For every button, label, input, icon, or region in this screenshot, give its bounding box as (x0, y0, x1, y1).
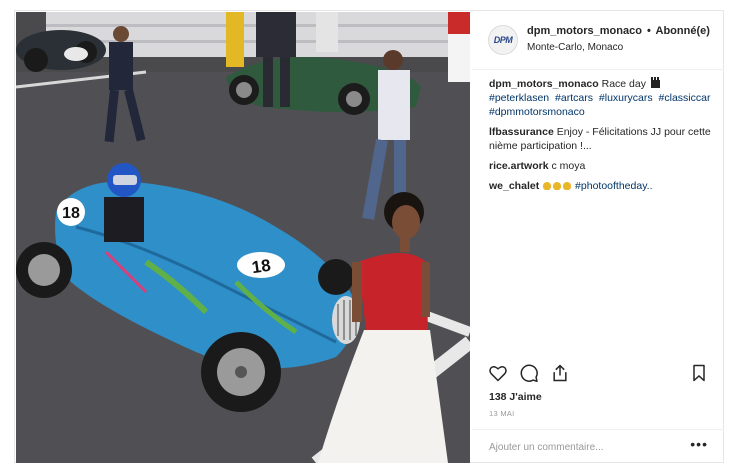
car-number-hood: 18 (251, 256, 272, 277)
caption-text: Race day (601, 78, 646, 90)
comment-text: c moya (551, 160, 586, 172)
header-username[interactable]: dpm_motors_monaco (527, 25, 642, 37)
separator-dot: • (646, 25, 651, 37)
race-photo-illustration: 18 18 (16, 12, 470, 463)
share-icon[interactable] (550, 363, 570, 383)
clapperboard-emoji (650, 77, 660, 88)
hashtag-link[interactable]: #peterklasen (489, 92, 549, 104)
action-bar (472, 357, 724, 387)
post-header: DPM dpm_motors_monaco • Abonné(e) Monte-… (472, 11, 724, 70)
hashtag-link[interactable]: #photooftheday.. (575, 180, 652, 192)
add-comment-bar: ••• (472, 429, 724, 464)
comment-icon[interactable] (519, 363, 539, 383)
more-options-icon[interactable]: ••• (690, 436, 708, 452)
clapping-emoji (543, 182, 552, 190)
header-username-line: dpm_motors_monaco • Abonné(e) (527, 25, 710, 37)
heart-icon[interactable] (488, 363, 508, 383)
comment-username[interactable]: we_chalet (489, 180, 539, 192)
follow-status[interactable]: Abonné(e) (656, 25, 710, 37)
comments-list: dpm_motors_monaco Race day #peterklasen … (489, 77, 717, 199)
comment-username[interactable]: rice.artwork (489, 160, 549, 172)
post-photo[interactable]: 18 18 (16, 12, 470, 463)
car-number-side: 18 (62, 205, 80, 222)
hashtag-link[interactable]: #classiccar (659, 92, 711, 104)
comment-item: we_chalet #photooftheday.. (489, 179, 717, 193)
location-link[interactable]: Monte-Carlo, Monaco (527, 42, 623, 53)
add-comment-input[interactable] (487, 438, 691, 456)
post-sidebar: DPM dpm_motors_monaco • Abonné(e) Monte-… (472, 11, 724, 463)
clapping-emoji (553, 182, 562, 190)
comment-item: rice.artwork c moya (489, 159, 717, 173)
comment-item: lfbassurance Enjoy - Félicitations JJ po… (489, 125, 717, 153)
hashtag-link[interactable]: #luxurycars (599, 92, 653, 104)
avatar[interactable]: DPM (488, 25, 518, 55)
instagram-post: 18 18 DPM dpm_motors_monaco • Abonné(e) … (14, 10, 724, 463)
avatar-logo: DPM (493, 35, 513, 45)
likes-count[interactable]: 138 J'aime (489, 391, 542, 403)
post-date: 13 MAI (489, 409, 515, 418)
comment-username[interactable]: lfbassurance (489, 126, 554, 138)
clapping-emoji (563, 182, 572, 190)
bookmark-icon[interactable] (689, 363, 709, 383)
hashtag-link[interactable]: #dpmmotorsmonaco (489, 106, 585, 118)
caption-username[interactable]: dpm_motors_monaco (489, 78, 599, 90)
hashtag-link[interactable]: #artcars (555, 92, 593, 104)
caption: dpm_motors_monaco Race day #peterklasen … (489, 77, 717, 119)
